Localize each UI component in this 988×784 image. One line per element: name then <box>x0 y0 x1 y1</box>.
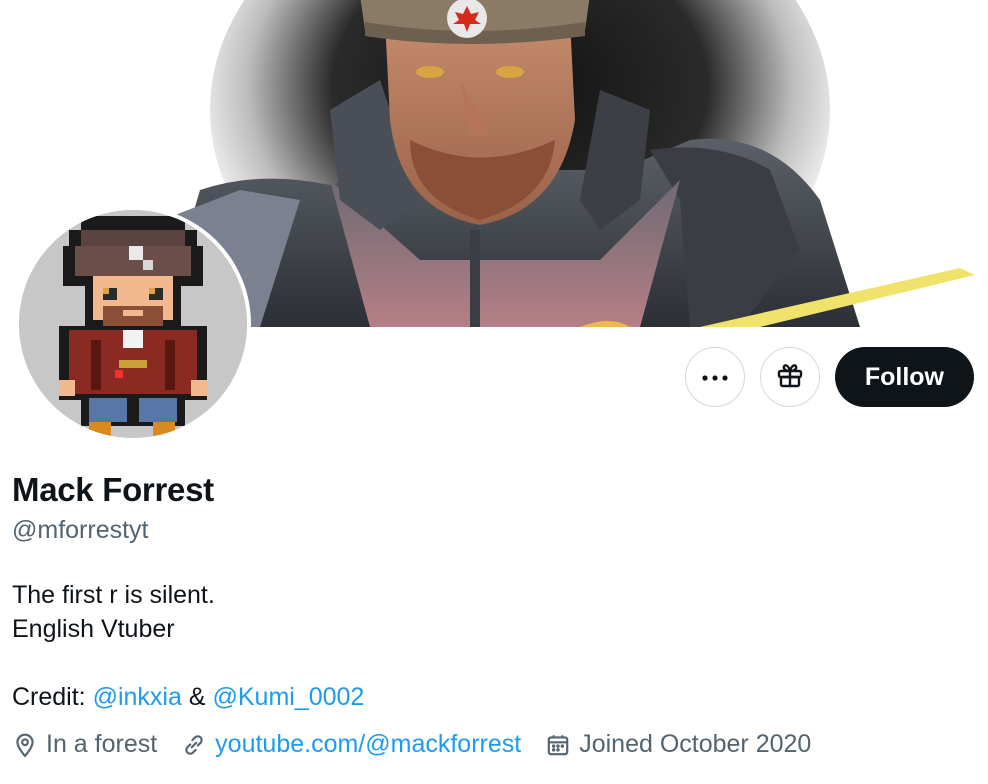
more-icon <box>702 368 728 386</box>
bio-credit-line: Credit: @inkxia & @Kumi_0002 <box>12 680 364 714</box>
pixel-avatar-image <box>19 210 247 438</box>
profile-bio: The first r is silent. English Vtuber Cr… <box>12 578 364 714</box>
location-item: In a forest <box>12 730 157 759</box>
link-icon <box>185 734 203 755</box>
follow-button[interactable]: Follow <box>834 347 974 407</box>
mention-link-kumi[interactable]: @Kumi_0002 <box>212 683 364 711</box>
location-text: In a forest <box>46 730 158 758</box>
website-item: youtube.com/@mackforrest <box>181 730 521 759</box>
gift-button[interactable] <box>759 347 820 407</box>
more-button[interactable] <box>684 347 745 407</box>
mention-link-inkxia[interactable]: @inkxia <box>93 683 182 711</box>
credit-label: Credit: <box>12 683 86 711</box>
website-link[interactable]: youtube.com/@mackforrest <box>215 730 521 759</box>
calendar-icon <box>547 734 569 755</box>
location-icon <box>16 733 34 757</box>
joined-text: Joined October 2020 <box>579 730 812 758</box>
gift-icon <box>776 361 804 394</box>
bio-spacer <box>12 646 364 680</box>
user-handle: @mforrestyt <box>12 516 149 544</box>
profile-meta: In a forest youtube.com/@mackforrest Joi… <box>12 730 835 759</box>
joined-item: Joined October 2020 <box>545 730 811 759</box>
credit-ampersand: & <box>188 683 206 711</box>
profile-avatar[interactable] <box>15 206 251 442</box>
bio-line: English Vtuber <box>12 615 175 643</box>
bio-line: The first r is silent. <box>12 581 215 609</box>
profile-actions: Follow <box>684 347 974 407</box>
display-name: Mack Forrest <box>12 471 214 508</box>
